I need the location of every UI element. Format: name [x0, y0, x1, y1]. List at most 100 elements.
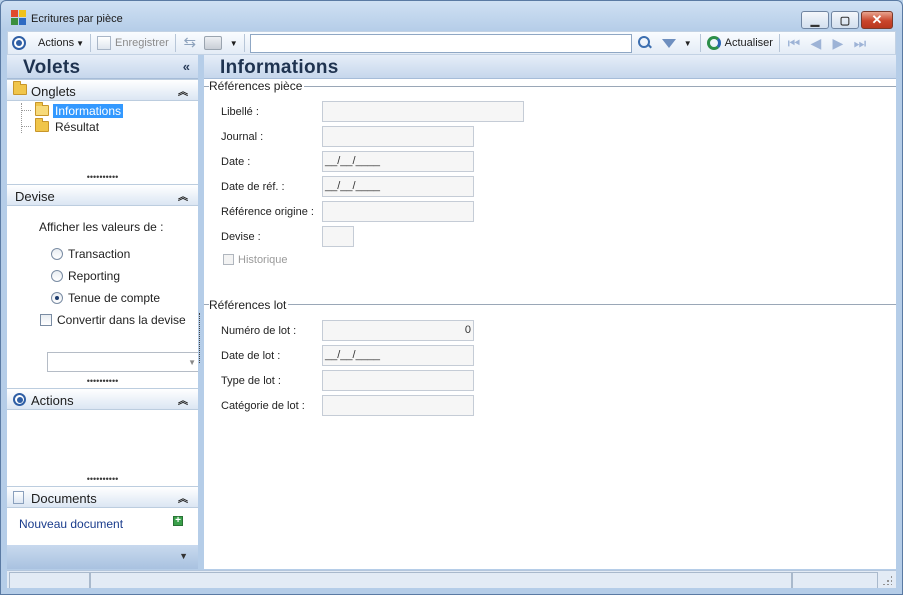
actions-icon	[13, 393, 26, 406]
date-ref-field[interactable]: __/__/____	[322, 176, 474, 197]
actions-icon	[12, 36, 26, 50]
status-cell	[9, 572, 90, 588]
new-document-link[interactable]: Nouveau document	[19, 517, 123, 531]
field-label: Journal :	[221, 131, 264, 143]
title-bar: Ecritures par pièce ▁ ▢ ✕	[1, 1, 902, 31]
toolbar: Actions ▼ Enregistrer ⇆ ▼ ▼ Actualiser ⏮	[7, 31, 896, 55]
resize-grip[interactable]: ••••••••••	[7, 173, 198, 184]
actions-section	[7, 410, 198, 476]
actions-section-header[interactable]: Actions ︽	[7, 388, 198, 410]
actions-label: Actions	[38, 37, 75, 49]
maximize-button[interactable]: ▢	[831, 11, 859, 29]
toolbar-separator	[90, 34, 91, 52]
search-icon[interactable]	[637, 36, 652, 50]
field-label: Type de lot :	[221, 375, 281, 387]
actions-menu-icon-button[interactable]	[8, 32, 29, 54]
tree-item-informations[interactable]: Informations	[21, 102, 124, 118]
collapse-panel-icon[interactable]: «	[183, 59, 190, 74]
first-record-icon[interactable]: ⏮	[783, 35, 805, 52]
resize-grip-icon[interactable]	[882, 575, 892, 585]
tabs-tree: Informations Résultat	[7, 101, 198, 174]
minimize-button[interactable]: ▁	[801, 11, 829, 29]
tree-connector	[21, 110, 31, 111]
radio-circle	[51, 270, 63, 282]
status-cell	[792, 572, 878, 588]
actions-menu-button[interactable]: Actions ▼	[35, 32, 87, 54]
chevron-up-icon[interactable]: ︽	[178, 490, 188, 505]
tree-item-label: Résultat	[55, 119, 100, 134]
currency-select[interactable]: ▼	[47, 352, 198, 372]
add-document-icon[interactable]: +	[173, 516, 183, 526]
reference-origine-field[interactable]	[322, 201, 474, 222]
printer-icon	[203, 36, 222, 50]
refresh-button[interactable]: Actualiser	[704, 32, 776, 54]
radio-circle-checked	[51, 292, 63, 304]
filter-icon[interactable]	[661, 38, 676, 48]
currency-select-row: ▼	[7, 352, 198, 378]
status-bar	[7, 570, 896, 588]
print-button[interactable]: ▼	[201, 32, 241, 54]
chevron-down-icon[interactable]: ▼	[179, 551, 188, 561]
references-lot-title: Références lot	[209, 298, 289, 312]
historique-label: Historique	[238, 254, 288, 266]
documents-section-header[interactable]: Documents ︽	[7, 486, 198, 508]
field-label: Date de réf. :	[221, 181, 285, 193]
document-icon	[13, 491, 24, 504]
close-icon: ✕	[871, 12, 883, 27]
radio-label: Transaction	[68, 247, 131, 261]
refresh-label: Actualiser	[724, 37, 773, 49]
radio-label: Tenue de compte	[68, 291, 161, 305]
previous-record-icon[interactable]: ◀	[805, 35, 827, 52]
sync-button[interactable]: ⇆	[179, 32, 201, 54]
folder-icon	[13, 81, 27, 95]
numero-lot-field[interactable]: 0	[322, 320, 474, 341]
onglets-section-header[interactable]: Onglets ︽	[7, 79, 198, 101]
devise-section-header[interactable]: Devise ︽	[7, 184, 198, 206]
main-header: Informations	[204, 55, 896, 79]
field-label: Libellé :	[221, 106, 259, 118]
type-lot-field[interactable]	[322, 370, 474, 391]
field-label: Devise :	[221, 231, 261, 243]
historique-checkbox[interactable]	[223, 254, 234, 265]
side-panel: Volets « Onglets ︽ Informations Résultat…	[7, 55, 200, 569]
group-divider	[204, 86, 896, 87]
filter-caret-down-icon[interactable]: ▼	[684, 39, 692, 48]
onglets-title: Onglets	[31, 84, 76, 99]
window-title: Ecritures par pièce	[31, 13, 123, 25]
devise-title: Devise	[15, 189, 55, 204]
close-button[interactable]: ✕	[861, 11, 893, 29]
field-label: Référence origine :	[221, 206, 314, 218]
panel-divider	[199, 313, 200, 363]
tree-item-resultat[interactable]: Résultat	[21, 118, 101, 134]
libelle-field[interactable]	[322, 101, 524, 122]
radio-tenue-de-compte[interactable]: Tenue de compte	[51, 291, 160, 305]
field-label: Numéro de lot :	[221, 325, 297, 337]
chevron-up-icon[interactable]: ︽	[178, 188, 188, 203]
app-icon	[11, 10, 27, 26]
journal-field[interactable]	[322, 126, 474, 147]
date-field[interactable]: __/__/____	[322, 151, 474, 172]
side-panel-header: Volets «	[7, 55, 198, 79]
open-folder-icon	[35, 102, 49, 116]
actions-title: Actions	[31, 393, 74, 408]
last-record-icon[interactable]: ⏭	[849, 35, 871, 52]
search-input-box[interactable]	[249, 33, 632, 53]
convert-currency-checkbox[interactable]: Convertir dans la devise	[40, 313, 186, 327]
chevron-up-icon[interactable]: ︽	[178, 83, 188, 98]
next-record-icon[interactable]: ▶	[827, 35, 849, 52]
categorie-lot-field[interactable]	[322, 395, 474, 416]
save-button[interactable]: Enregistrer	[94, 32, 172, 54]
resize-grip[interactable]: ••••••••••	[7, 475, 198, 486]
toolbar-separator	[174, 34, 176, 52]
radio-transaction[interactable]: Transaction	[51, 247, 130, 261]
save-icon	[97, 36, 111, 50]
chevron-up-icon[interactable]: ︽	[178, 392, 188, 407]
resize-grip[interactable]: ••••••••••	[7, 377, 198, 388]
date-lot-field[interactable]: __/__/____	[322, 345, 474, 366]
caret-down-icon: ▼	[76, 38, 84, 48]
devise-field[interactable]	[322, 226, 354, 247]
radio-reporting[interactable]: Reporting	[51, 269, 120, 283]
checkbox-box	[40, 314, 52, 326]
search-input[interactable]	[250, 34, 631, 52]
field-label: Catégorie de lot :	[221, 400, 305, 412]
